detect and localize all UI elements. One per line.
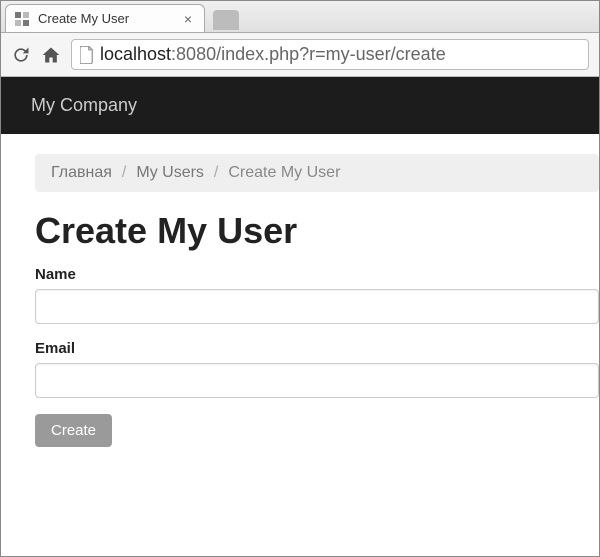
- name-input[interactable]: [35, 289, 599, 324]
- chrome-toolbar: localhost:8080/index.php?r=my-user/creat…: [1, 33, 599, 77]
- browser-tab[interactable]: Create My User ×: [5, 4, 205, 32]
- app-navbar: My Company: [1, 77, 599, 134]
- email-label: Email: [35, 340, 599, 357]
- tab-title: Create My User: [38, 11, 172, 26]
- email-input[interactable]: [35, 363, 599, 398]
- tab-close-icon[interactable]: ×: [180, 11, 196, 27]
- address-bar[interactable]: localhost:8080/index.php?r=my-user/creat…: [71, 39, 589, 70]
- email-form-group: Email: [35, 340, 599, 398]
- breadcrumb-item-active: Create My User: [228, 164, 340, 182]
- chrome-tab-bar: Create My User ×: [1, 1, 599, 33]
- tab-favicon-icon: [14, 11, 30, 27]
- reload-icon[interactable]: [11, 45, 31, 65]
- url-host: localhost: [100, 44, 171, 64]
- name-form-group: Name: [35, 266, 599, 324]
- breadcrumb-item-home[interactable]: Главная: [51, 164, 112, 182]
- url-port: :8080: [171, 44, 216, 64]
- home-icon[interactable]: [41, 45, 61, 65]
- breadcrumb-separator-icon: /: [122, 164, 126, 182]
- page-icon: [80, 46, 94, 64]
- create-button[interactable]: Create: [35, 414, 112, 447]
- breadcrumb: Главная / My Users / Create My User: [35, 154, 599, 192]
- name-label: Name: [35, 266, 599, 283]
- breadcrumb-separator-icon: /: [214, 164, 218, 182]
- page-title: Create My User: [35, 210, 599, 252]
- new-tab-button[interactable]: [213, 10, 239, 30]
- page-content: Главная / My Users / Create My User Crea…: [1, 134, 599, 467]
- navbar-brand[interactable]: My Company: [31, 95, 137, 115]
- breadcrumb-item-myusers[interactable]: My Users: [136, 164, 204, 182]
- url-path: /index.php?r=my-user/create: [216, 44, 446, 64]
